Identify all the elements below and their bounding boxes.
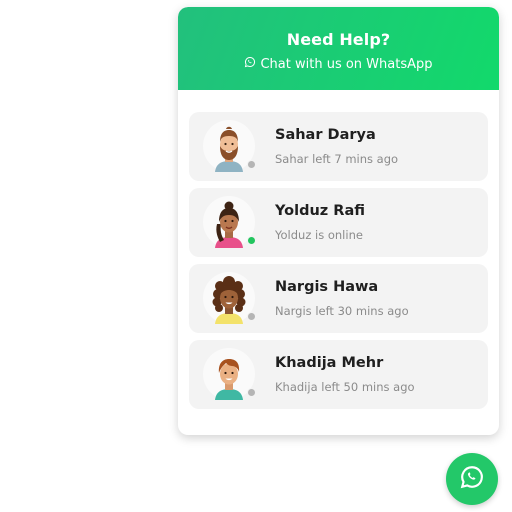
agent-status: Yolduz is online xyxy=(275,228,363,242)
agent-card[interactable]: Yolduz Rafi Yolduz is online xyxy=(189,188,488,257)
whatsapp-fab-button[interactable] xyxy=(446,453,498,505)
agent-name: Yolduz Rafi xyxy=(275,203,365,219)
status-dot-offline xyxy=(247,160,256,169)
whatsapp-icon xyxy=(244,56,256,72)
agent-card[interactable]: Nargis Hawa Nargis left 30 mins ago xyxy=(189,264,488,333)
header-subtitle-row: Chat with us on WhatsApp xyxy=(178,56,499,72)
header-subtitle: Chat with us on WhatsApp xyxy=(260,56,433,72)
agent-status: Sahar left 7 mins ago xyxy=(275,152,399,166)
agent-name: Khadija Mehr xyxy=(275,355,384,371)
agent-name: Sahar Darya xyxy=(275,127,376,143)
agent-status: Nargis left 30 mins ago xyxy=(275,304,409,318)
agent-card[interactable]: Sahar Darya Sahar left 7 mins ago xyxy=(189,112,488,181)
agent-list: Sahar Darya Sahar left 7 mins ago Yolduz… xyxy=(189,112,488,416)
widget-header: Need Help? Chat with us on WhatsApp xyxy=(178,7,499,90)
whatsapp-icon xyxy=(459,464,485,494)
status-dot-online xyxy=(247,236,256,245)
chat-widget: Need Help? Chat with us on WhatsApp Saha… xyxy=(178,7,499,435)
header-title: Need Help? xyxy=(286,30,391,49)
status-dot-offline xyxy=(247,388,256,397)
status-dot-offline xyxy=(247,312,256,321)
agent-card[interactable]: Khadija Mehr Khadija left 50 mins ago xyxy=(189,340,488,409)
agent-status: Khadija left 50 mins ago xyxy=(275,380,415,394)
agent-name: Nargis Hawa xyxy=(275,279,379,295)
